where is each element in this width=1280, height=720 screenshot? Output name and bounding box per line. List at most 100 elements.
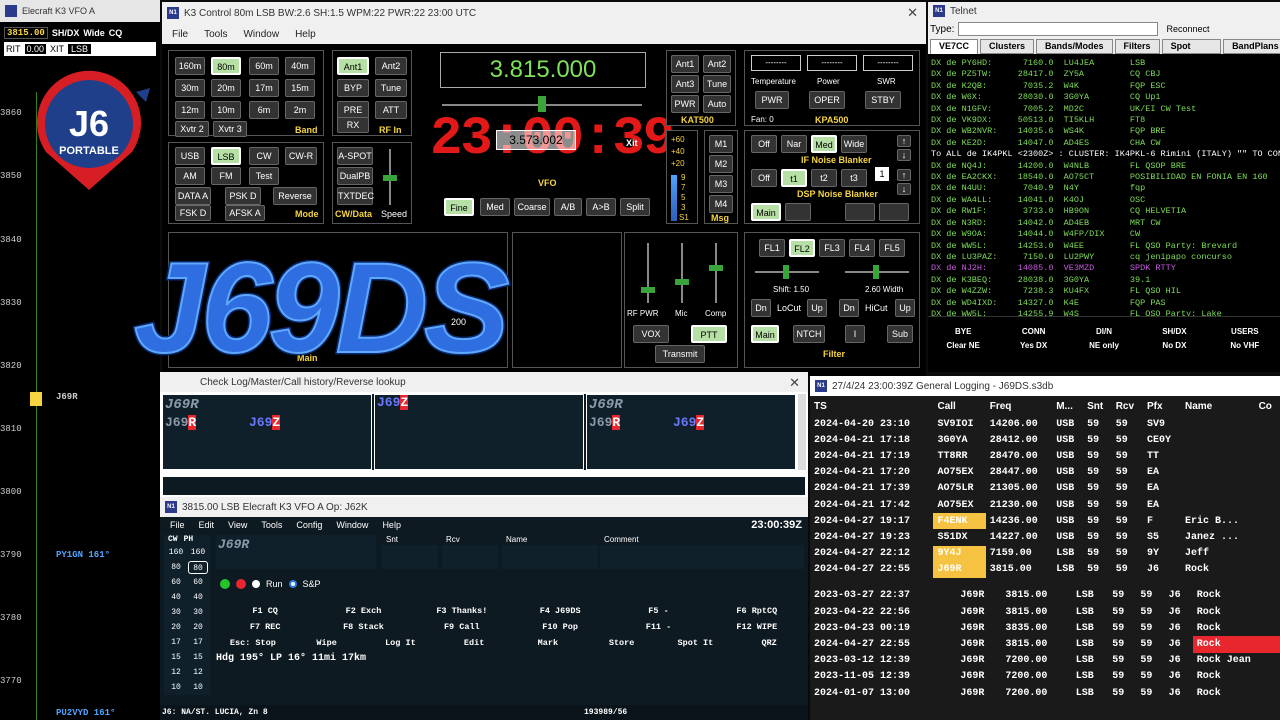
fkey-button[interactable]: F12 WIPE <box>708 622 806 632</box>
entry-titlebar[interactable]: N1 3815.00 LSB Elecraft K3 VFO A Op: J62K <box>160 497 808 517</box>
log-row[interactable]: 2024-01-07 13:00 J69R 7200.00 LSB 59 59 J6 Rock <box>810 685 1280 701</box>
vfo-split[interactable]: Split <box>620 198 650 216</box>
log-row[interactable]: 2024-04-27 19:17 F4ENK 14236.00 USB 59 59 F Eri… <box>810 513 1280 530</box>
vfo-coarse[interactable]: Coarse <box>514 198 550 216</box>
reconnect-button[interactable]: Reconnect <box>1166 24 1209 34</box>
fkey-button[interactable]: F2 Exch <box>314 606 412 616</box>
log-row[interactable]: 2024-04-21 17:20 AO75EX 28447.00 USB 59 59 EA <box>810 465 1280 481</box>
col-rcv[interactable]: Rcv <box>1112 396 1143 416</box>
fkey-button[interactable]: Spot It <box>659 638 733 648</box>
band-10m[interactable]: 10m <box>211 101 241 119</box>
k3-titlebar[interactable]: N1 K3 Control 80m LSB BW:2.6 SH:1.5 WPM:2… <box>162 2 926 24</box>
msg-m2[interactable]: M2 <box>709 155 733 173</box>
band-ph-cell[interactable]: 20 <box>188 621 208 634</box>
vfo-main-freq[interactable]: 3.815.000 <box>440 52 646 88</box>
band-cw-cell[interactable]: 40 <box>166 591 186 604</box>
dx-spot-line[interactable]: DX de LU3PAZ: 7150.0 LU2PWY cq jenipapo … <box>928 252 1280 263</box>
kat-auto[interactable]: Auto <box>703 95 731 113</box>
filter-main[interactable]: Main <box>751 325 779 343</box>
dsp-t3[interactable]: t3 <box>841 169 867 187</box>
mic-slider[interactable] <box>681 243 683 303</box>
mode-afsk-a[interactable]: AFSK A <box>225 205 265 221</box>
dx-spot-line[interactable]: DX de WB2NVR: 14035.6 WS4K FQP BRE <box>928 126 1280 137</box>
green-dot-icon[interactable] <box>220 579 230 589</box>
mode-am[interactable]: AM <box>175 167 205 185</box>
kpa-stby[interactable]: STBY <box>865 91 901 109</box>
name-field[interactable] <box>502 545 598 569</box>
dx-spot-line[interactable]: DX de WA4LL: 14041.0 K4OJ OSC <box>928 195 1280 206</box>
band-6m[interactable]: 6m <box>249 101 279 119</box>
log-row[interactable]: 2023-04-23 00:19 J69R 3835.00 LSB 59 59 J6 Rock <box>810 620 1280 636</box>
ptt-button[interactable]: PTT <box>691 325 727 343</box>
col-pfx[interactable]: Pfx <box>1143 396 1181 416</box>
dx-spot-line[interactable]: DX de NJ2H: 14085.0 VE3MZD SPDK RTTY <box>928 263 1280 274</box>
fkey-button[interactable]: Esc: Stop <box>216 638 290 648</box>
dsp-off[interactable]: Off <box>751 169 777 187</box>
check-col-1[interactable]: J69R J69R J69Z <box>162 394 372 470</box>
dsp-down-arrow[interactable]: ↓ <box>897 183 911 195</box>
band-40m[interactable]: 40m <box>285 57 315 75</box>
band-cw-cell[interactable]: 160 <box>166 546 186 559</box>
filter-sub[interactable]: Sub <box>887 325 913 343</box>
bye-button[interactable]: BYE Clear NE <box>928 317 998 362</box>
shdx-tel-button[interactable]: SH/DX No DX <box>1139 317 1209 362</box>
cq-button[interactable]: CQ <box>109 28 123 38</box>
log-row[interactable]: 2024-04-21 17:19 TT8RR 28470.00 USB 59 59 TT <box>810 448 1280 464</box>
col-ts[interactable]: TS <box>810 396 933 416</box>
telnet-input[interactable] <box>958 22 1159 36</box>
dsp-t2[interactable]: t2 <box>811 169 837 187</box>
dx-spot-line[interactable]: DX de NQ4J: 14200.0 W4NLB FL QSOP BRE <box>928 161 1280 172</box>
entry-menu-edit[interactable]: Edit <box>199 520 215 530</box>
band-ph-cell[interactable]: 80 <box>188 561 208 574</box>
kpa-pwr[interactable]: PWR <box>755 91 789 109</box>
dx-spot-line[interactable]: DX de N4UU: 7040.9 N4Y fqp <box>928 183 1280 194</box>
dx-spot-line[interactable]: DX de VK9DX: 50513.0 TI5KLH FT8 <box>928 115 1280 126</box>
mic-thumb[interactable] <box>675 279 689 285</box>
comp-slider[interactable] <box>715 243 717 303</box>
msg-m3[interactable]: M3 <box>709 175 733 193</box>
band-15m[interactable]: 15m <box>285 79 315 97</box>
filter-fl1[interactable]: FL1 <box>759 239 785 257</box>
fkey-button[interactable]: F4 J69DS <box>511 606 609 616</box>
msg-m4[interactable]: M4 <box>709 195 733 213</box>
spot-j69r[interactable]: J69R <box>56 392 78 402</box>
col-call[interactable]: Call <box>933 396 985 416</box>
call-field[interactable]: J69R <box>216 535 376 569</box>
comment-field[interactable] <box>600 545 804 569</box>
nb-blank-2[interactable] <box>845 203 875 221</box>
filter-fl4[interactable]: FL4 <box>849 239 875 257</box>
rfin-byp[interactable]: BYP <box>337 79 369 97</box>
band-ph-cell[interactable]: 17 <box>188 636 208 649</box>
band-60m[interactable]: 60m <box>249 57 279 75</box>
entry-menu-config[interactable]: Config <box>296 520 322 530</box>
dx-spot-line[interactable]: DX de W9OA: 14044.0 W4FP/DIX CW <box>928 229 1280 240</box>
tab-filters[interactable]: Filters <box>1114 39 1160 54</box>
log-row[interactable]: 2024-04-27 22:55 J69R 3815.00 LSB 59 59 J6 Rock <box>810 636 1280 653</box>
locut-dn[interactable]: Dn <box>751 299 771 317</box>
log-row[interactable]: 2024-04-21 17:39 AO75LR 21305.00 USB 59 59 EA <box>810 481 1280 497</box>
log-row[interactable]: 2024-04-20 23:10 SV9IOI 14206.00 USB 59 59 SV9 <box>810 416 1280 432</box>
shdx-button[interactable]: SH/DX <box>52 28 80 38</box>
menu-file[interactable]: File <box>172 29 188 40</box>
check-scrollbar[interactable] <box>798 394 806 470</box>
dx-spot-line[interactable]: DX de KE2D: 14047.0 AD4ES CHA CW <box>928 138 1280 149</box>
check-col-2[interactable]: J69Z <box>374 394 584 470</box>
log-row[interactable]: 2024-04-27 22:12 9Y4J 7159.00 LSB 59 59 9Y Jeff <box>810 545 1280 562</box>
dx-spot-line[interactable]: DX de N3RD: 14042.0 AD4EB MRT CW <box>928 218 1280 229</box>
fkey-button[interactable]: Wipe <box>290 638 364 648</box>
dx-spot-list[interactable]: DX de PY6HD: 7160.0 LU4JEA LSB DX de PZ5T… <box>928 54 1280 316</box>
locut-up[interactable]: Up <box>807 299 827 317</box>
log-titlebar[interactable]: N1 27/4/24 23:00:39Z General Logging - J6… <box>810 376 1280 396</box>
log-rows[interactable]: 2024-04-20 23:10 SV9IOI 14206.00 USB 59 59 SV9… <box>810 416 1280 578</box>
col-snt[interactable]: Snt <box>1083 396 1112 416</box>
dx-spot-line[interactable]: DX de WW5L: 14255.9 W4S FL QSO Party: La… <box>928 309 1280 316</box>
tab-ve7cc[interactable]: VE7CC <box>930 39 979 54</box>
mode-reverse[interactable]: Reverse <box>273 187 317 205</box>
vfo-fine[interactable]: Fine <box>444 198 474 216</box>
mode-fsk-d[interactable]: FSK D <box>175 205 211 221</box>
wide-button[interactable]: Wide <box>83 28 104 38</box>
entry-menu-help[interactable]: Help <box>382 520 401 530</box>
band-ph-cell[interactable]: 10 <box>188 681 208 694</box>
dx-spot-line[interactable]: DX de WW5L: 14253.0 W4EE FL QSO Party: B… <box>928 241 1280 252</box>
log-row[interactable]: 2024-04-21 17:42 AO75EX 21230.00 USB 59 59 EA <box>810 497 1280 513</box>
